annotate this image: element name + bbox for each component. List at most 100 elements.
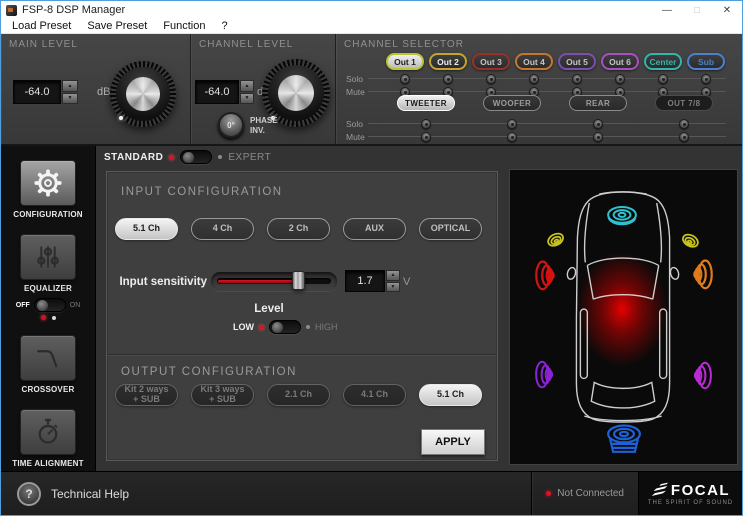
slider-track[interactable] [217,271,331,290]
group-tweeter-button[interactable]: TWEETER [397,95,455,111]
solo-rear-button[interactable] [593,119,603,129]
solo-out-3-button[interactable] [486,74,496,84]
standard-active-dot [169,154,175,160]
channel-level-value[interactable]: -64.0 [195,80,239,104]
group-woofer-button[interactable]: WOOFER [483,95,541,111]
main-level-value[interactable]: -64.0 [13,80,61,104]
speaker-center [607,205,637,226]
menu-load-preset[interactable]: Load Preset [4,20,79,32]
solo-out-5-button[interactable] [572,74,582,84]
close-button[interactable]: ✕ [712,1,742,19]
mute-woofer-button[interactable] [507,132,517,142]
output-2-1ch-button[interactable]: 2.1 Ch [267,384,330,406]
menu-function[interactable]: Function [155,20,213,32]
slider-fill [218,279,299,283]
channel-level-section: CHANNEL LEVEL -64.0 ▲ ▼ dB 0° PHASE INV. [191,34,336,144]
sidebar-item-equalizer: EQUALIZER OFF ON [15,234,80,320]
status-dot [546,491,552,496]
level-label: Level [254,303,284,315]
channel-center-button[interactable]: Center [644,53,682,70]
channel-out-5-button[interactable]: Out 5 [558,53,596,70]
group-rear-button[interactable]: REAR [569,95,627,111]
stopwatch-icon [38,418,58,444]
solo-out-7-8-button[interactable] [679,119,689,129]
apply-button[interactable]: APPLY [421,429,485,455]
spin-down-icon[interactable]: ▼ [386,281,400,292]
menu-save-preset[interactable]: Save Preset [79,20,155,32]
group-out-7-8-button[interactable]: OUT 7/8 [655,95,713,111]
mute-rear-button[interactable] [593,132,603,142]
input-sensitivity-slider[interactable] [211,271,337,291]
output-5-1ch-button[interactable]: 5.1 Ch [419,384,482,406]
solo-center-button[interactable] [658,74,668,84]
solo-label: Solo [346,74,364,84]
mute-label: Mute [346,132,365,142]
question-icon: ? [17,481,41,506]
channel-out-1-button[interactable]: Out 1 [386,53,424,70]
level-high-label: HIGH [315,322,338,332]
sensitivity-value[interactable]: 1.7 [345,270,385,292]
phase-inv-knob[interactable]: 0° [218,112,244,138]
spin-down-icon[interactable]: ▼ [240,92,254,104]
solo-sub-button[interactable] [701,74,711,84]
phase-inv-label: PHASE INV. [250,116,278,135]
main-level-knob[interactable] [110,61,176,127]
output-configuration-title: OUTPUT CONFIGURATION [121,366,297,378]
equalizer-leds [40,315,56,320]
app-window: FSP-8 DSP Manager — □ ✕ Load Preset Save… [0,0,743,516]
solo-out-6-button[interactable] [615,74,625,84]
solo-row-line [368,78,726,79]
input-2ch-button[interactable]: 2 Ch [267,218,330,240]
menu-help[interactable]: ? [213,20,235,32]
car-top-view [535,191,713,453]
main-area: STANDARD EXPERT INPUT CONFIGURATION 5.1 … [96,146,742,471]
channel-out-3-button[interactable]: Out 3 [472,53,510,70]
level-toggle-row: LOW HIGH [233,320,338,334]
spin-down-icon[interactable]: ▼ [62,92,78,104]
channel-out-6-button[interactable]: Out 6 [601,53,639,70]
output-kit-3-ways-button[interactable]: Kit 3 ways + SUB [191,384,254,406]
output-4-1ch-button[interactable]: 4.1 Ch [343,384,406,406]
eq-off-label: OFF [15,301,30,309]
input-optical-button[interactable]: OPTICAL [419,218,482,240]
equalizer-button[interactable] [20,234,76,280]
time-alignment-button[interactable] [19,409,76,455]
technical-help[interactable]: ? Technical Help [1,481,130,506]
solo-woofer-button[interactable] [507,119,517,129]
input-5-1ch-button[interactable]: 5.1 Ch [115,218,178,240]
solo-out-2-button[interactable] [443,74,453,84]
spin-up-icon[interactable]: ▲ [62,80,78,92]
mute-tweeter-button[interactable] [421,132,431,142]
level-toggle[interactable] [269,320,301,334]
brand-name: FOCAL [670,481,731,499]
sensitivity-spinner: 1.7 ▲ ▼ [345,270,400,292]
technical-help-label: Technical Help [51,486,130,501]
minimize-button[interactable]: — [652,1,682,19]
solo-out-4-button[interactable] [529,74,539,84]
sensitivity-spin-buttons: ▲ ▼ [386,270,400,292]
input-4ch-button[interactable]: 4 Ch [191,218,254,240]
configuration-label: CONFIGURATION [13,210,83,219]
channel-level-title: CHANNEL LEVEL [199,39,294,50]
slider-handle[interactable] [291,271,305,290]
channel-selector-section: CHANNEL SELECTOR Out 1 Out 2 Out 3 Out 4… [336,34,742,144]
red-led [40,315,46,320]
high-inactive-dot [306,325,310,329]
configuration-button[interactable] [20,160,76,206]
solo-out-1-button[interactable] [400,74,410,84]
solo-label: Solo [346,119,364,129]
channel-out-2-button[interactable]: Out 2 [429,53,467,70]
equalizer-toggle-row: OFF ON [15,298,80,312]
input-aux-button[interactable]: AUX [343,218,406,240]
channel-out-4-button[interactable]: Out 4 [515,53,553,70]
crossover-button[interactable] [20,335,76,381]
standard-expert-toggle[interactable] [180,150,213,164]
spin-up-icon[interactable]: ▲ [386,270,400,281]
equalizer-toggle[interactable] [33,298,66,312]
spin-up-icon[interactable]: ▲ [240,80,254,92]
mute-out-7-8-button[interactable] [679,132,689,142]
speaker-rear-right [693,361,712,390]
channel-sub-button[interactable]: Sub [687,53,725,70]
output-kit-2-ways-button[interactable]: Kit 2 ways + SUB [115,384,178,406]
solo-tweeter-button[interactable] [421,119,431,129]
